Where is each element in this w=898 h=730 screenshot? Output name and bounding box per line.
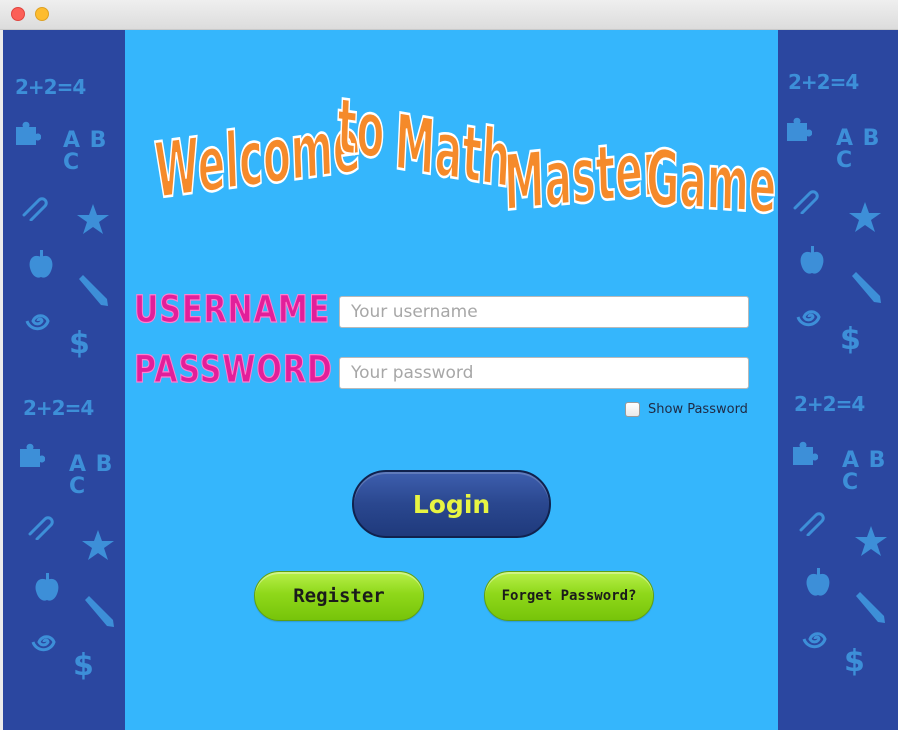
apple-icon [798, 244, 826, 276]
pencil-icon [81, 594, 115, 628]
right-decorative-panel: 2+2=4 A B C $ 2+2=4 A B C $ [778, 30, 898, 730]
title-word-math: Math [392, 97, 513, 207]
equation-decoration: 2+2=4 [15, 75, 86, 99]
apple-icon [33, 571, 61, 603]
pencil-icon [848, 270, 882, 304]
minimize-window-button[interactable] [35, 7, 49, 21]
paperclip-icon [25, 514, 55, 540]
equation-decoration: 2+2=4 [788, 70, 859, 94]
show-password-toggle[interactable]: Show Password [625, 400, 748, 418]
close-window-button[interactable] [11, 7, 25, 21]
spiral-icon [800, 624, 830, 654]
dollar-decoration: $ [840, 322, 861, 357]
password-input[interactable] [339, 357, 749, 389]
paperclip-icon [19, 195, 49, 221]
star-icon [76, 202, 110, 236]
pencil-icon [852, 590, 886, 624]
puzzle-icon [790, 440, 818, 466]
star-icon [848, 200, 882, 234]
puzzle-icon [784, 116, 812, 142]
window-titlebar [0, 0, 898, 30]
abc-text: A B C [842, 448, 886, 495]
dollar-decoration: $ [73, 648, 94, 683]
spiral-icon [23, 306, 53, 336]
abc-text: A B C [69, 452, 113, 499]
title-word-master: Master [502, 123, 665, 230]
apple-icon [27, 248, 55, 280]
star-icon [854, 524, 888, 558]
abc-text: A B C [836, 126, 880, 173]
abc-decoration: A B C [836, 128, 886, 172]
show-password-label: Show Password [648, 401, 748, 417]
pencil-icon [75, 273, 109, 307]
equation-decoration: 2+2=4 [794, 392, 865, 416]
login-button[interactable]: Login [352, 470, 551, 538]
spiral-icon [29, 627, 59, 657]
password-label: PASSWORD [134, 347, 333, 392]
abc-decoration: A B C [63, 130, 113, 174]
equation-decoration: 2+2=4 [23, 396, 94, 420]
register-button-label: Register [293, 585, 385, 607]
login-panel: Welcome to Math Master Game USERNAME PAS… [125, 30, 778, 730]
abc-text: A B C [63, 128, 107, 175]
puzzle-icon [13, 120, 41, 146]
title-word-game: Game [644, 133, 778, 233]
spiral-icon [794, 302, 824, 332]
paperclip-icon [790, 188, 820, 214]
dollar-decoration: $ [69, 326, 90, 361]
title-word-to: to [335, 81, 387, 178]
register-button[interactable]: Register [254, 571, 424, 621]
title-word-welcome: Welcome [152, 100, 363, 218]
left-decorative-panel: 2+2=4 A B C $ 2+2=4 A B C $ [3, 30, 125, 730]
username-label: USERNAME [133, 287, 331, 332]
forget-password-button-label: Forget Password? [501, 588, 637, 604]
login-button-label: Login [412, 489, 491, 519]
username-input[interactable] [339, 296, 749, 328]
puzzle-icon [17, 442, 45, 468]
apple-icon [804, 566, 832, 598]
abc-decoration: A B C [69, 454, 119, 498]
abc-decoration: A B C [842, 450, 892, 494]
star-icon [81, 528, 115, 562]
paperclip-icon [796, 510, 826, 536]
dollar-decoration: $ [844, 644, 865, 679]
forget-password-button[interactable]: Forget Password? [484, 571, 654, 621]
show-password-checkbox[interactable] [625, 401, 640, 417]
